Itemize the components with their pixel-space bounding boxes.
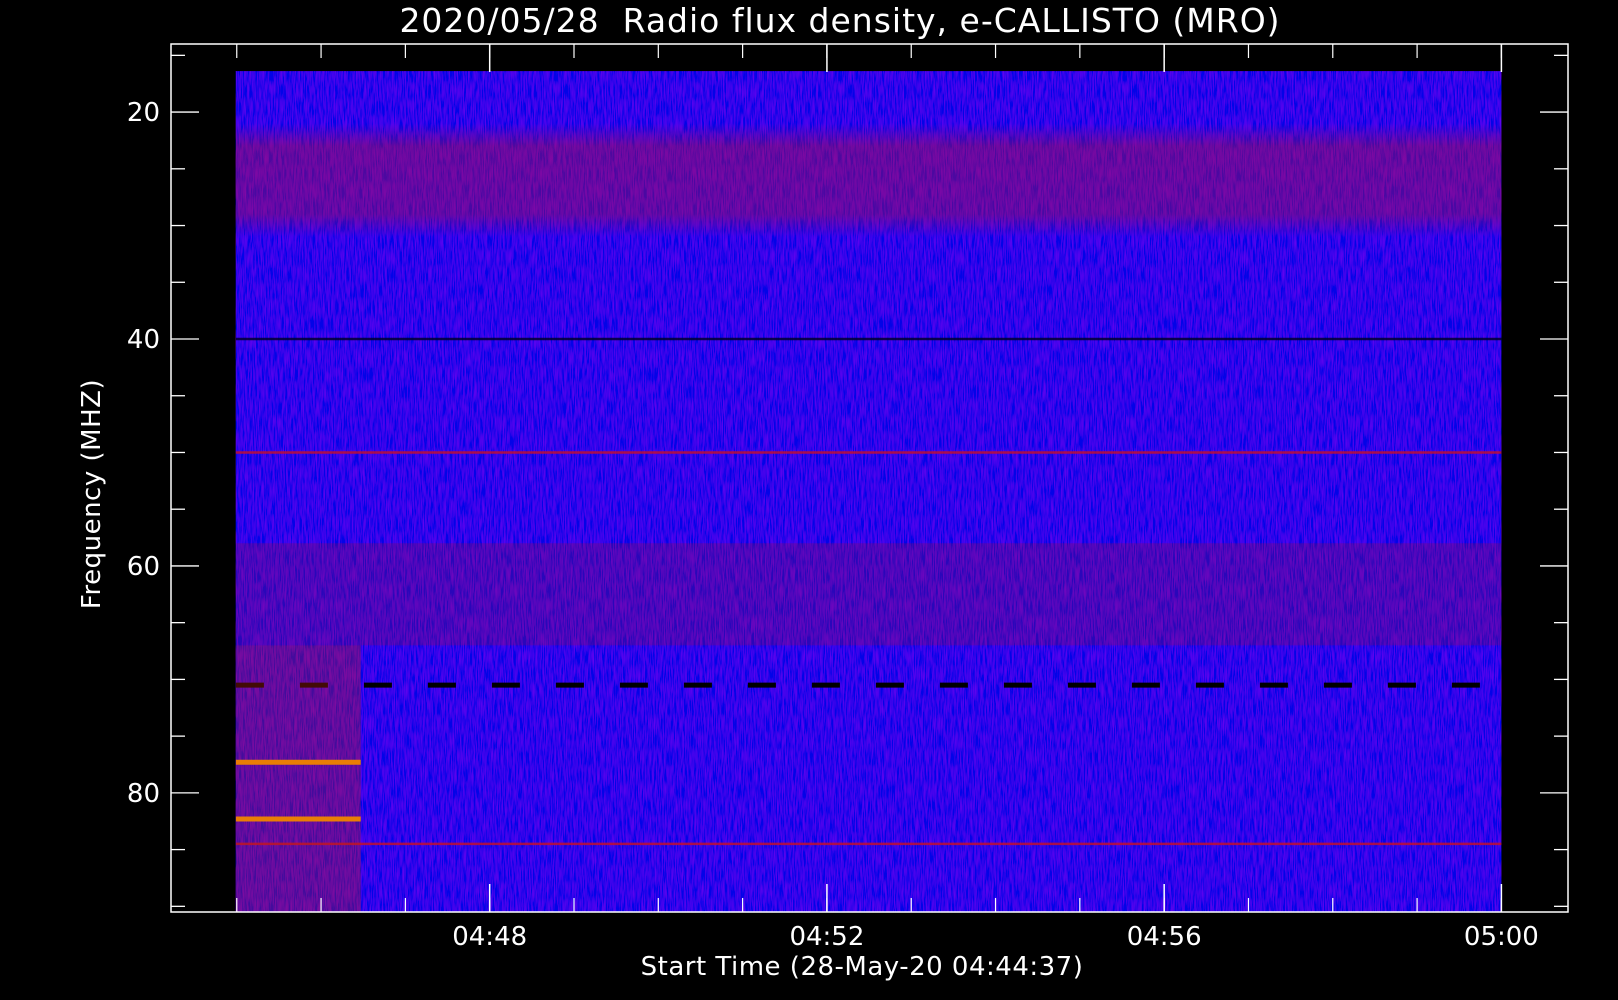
plot-area xyxy=(235,71,1502,912)
spectrogram-chart: 2020/05/28 Radio flux density, e-CALLIST… xyxy=(77,1,1569,982)
y-tick-label: 20 xyxy=(127,98,160,128)
x-tick-label: 04:52 xyxy=(789,922,864,952)
spectrum-feature-3 xyxy=(235,543,1502,646)
x-tick-label: 04:48 xyxy=(452,922,527,952)
chart-title: 2020/05/28 Radio flux density, e-CALLIST… xyxy=(399,1,1280,40)
early-emission-block xyxy=(235,645,361,912)
y-tick-label: 60 xyxy=(127,552,160,582)
y-axis-label: Frequency (MHZ) xyxy=(77,379,107,609)
y-tick-label: 80 xyxy=(127,779,160,809)
spectrum-feature-0 xyxy=(235,123,1502,237)
x-axis-label: Start Time (28-May-20 04:44:37) xyxy=(641,952,1084,982)
x-tick-label: 05:00 xyxy=(1464,922,1539,952)
x-tick-label: 04:56 xyxy=(1127,922,1202,952)
y-tick-label: 40 xyxy=(127,325,160,355)
